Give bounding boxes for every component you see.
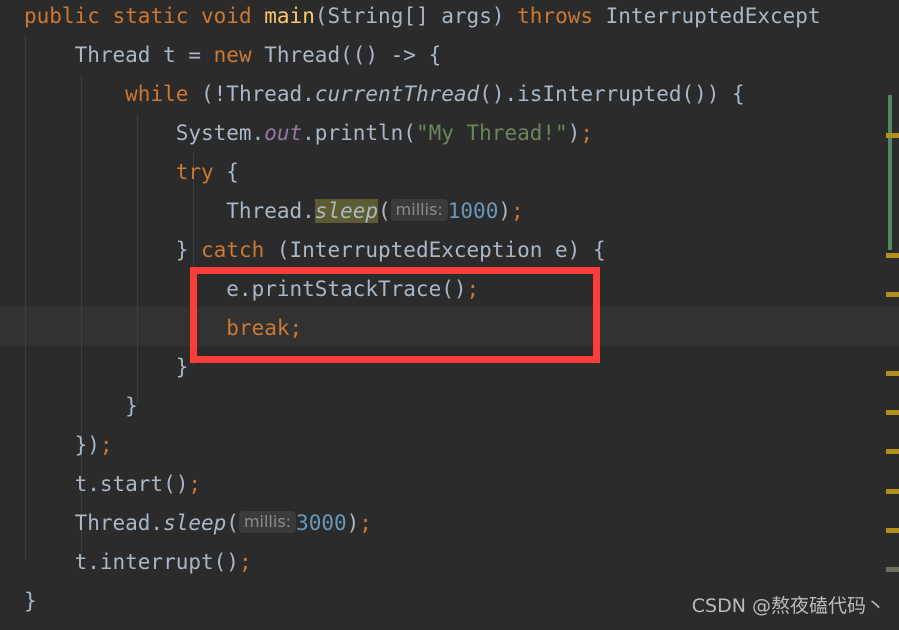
code-line-11[interactable]: } — [24, 387, 138, 426]
code-line-3[interactable]: while (!Thread.currentThread().isInterru… — [24, 75, 745, 114]
parameter-hint-millis[interactable]: millis: — [390, 199, 448, 221]
sleep-argument-value[interactable]: 3000 — [296, 511, 347, 535]
code-line-12[interactable]: }); — [24, 426, 113, 465]
sleep-method-token[interactable]: sleep — [314, 199, 379, 223]
code-line-8[interactable]: e.printStackTrace(); — [24, 270, 479, 309]
scrollbar-stripe-8[interactable] — [886, 567, 899, 572]
scrollbar-stripe-2[interactable] — [886, 292, 899, 297]
code-editor-canvas[interactable]: public static void main(String[] args) t… — [0, 0, 899, 630]
scrollbar-stripe-0[interactable] — [886, 133, 899, 138]
scrollbar-stripe-3[interactable] — [886, 371, 899, 376]
code-line-10[interactable]: } — [24, 348, 189, 387]
scrollbar-stripe-1[interactable] — [886, 253, 899, 258]
code-line-15[interactable]: t.interrupt(); — [24, 543, 252, 582]
parameter-hint-millis[interactable]: millis: — [238, 511, 297, 533]
sleep-argument-value[interactable]: 1000 — [448, 199, 499, 223]
code-text-layer[interactable]: public static void main(String[] args) t… — [0, 0, 899, 630]
code-line-7[interactable]: } catch (InterruptedException e) { — [24, 231, 606, 270]
code-line-5[interactable]: try { — [24, 153, 239, 192]
scrollbar-stripe-6[interactable] — [886, 489, 899, 494]
code-line-14[interactable]: Thread.sleep(millis: 3000); — [24, 504, 372, 543]
scrollbar-stripe-5[interactable] — [886, 449, 899, 454]
code-line-6[interactable]: Thread.sleep(millis: 1000); — [24, 192, 524, 231]
scrollbar-stripe-7[interactable] — [886, 528, 899, 533]
csdn-watermark: CSDN @熬夜磕代码丶 — [691, 595, 885, 617]
code-line-16[interactable]: } — [24, 582, 37, 621]
scrollbar-stripe-4[interactable] — [886, 410, 899, 415]
code-line-13[interactable]: t.start(); — [24, 465, 201, 504]
code-line-2[interactable]: Thread t = new Thread(() -> { — [24, 36, 442, 75]
sleep-method-token[interactable]: sleep — [163, 511, 226, 535]
vcs-change-marker[interactable] — [888, 95, 892, 250]
code-line-4[interactable]: System.out.println("My Thread!"); — [24, 114, 593, 153]
code-line-1[interactable]: public static void main(String[] args) t… — [24, 0, 821, 36]
code-line-9[interactable]: break; — [24, 309, 302, 348]
